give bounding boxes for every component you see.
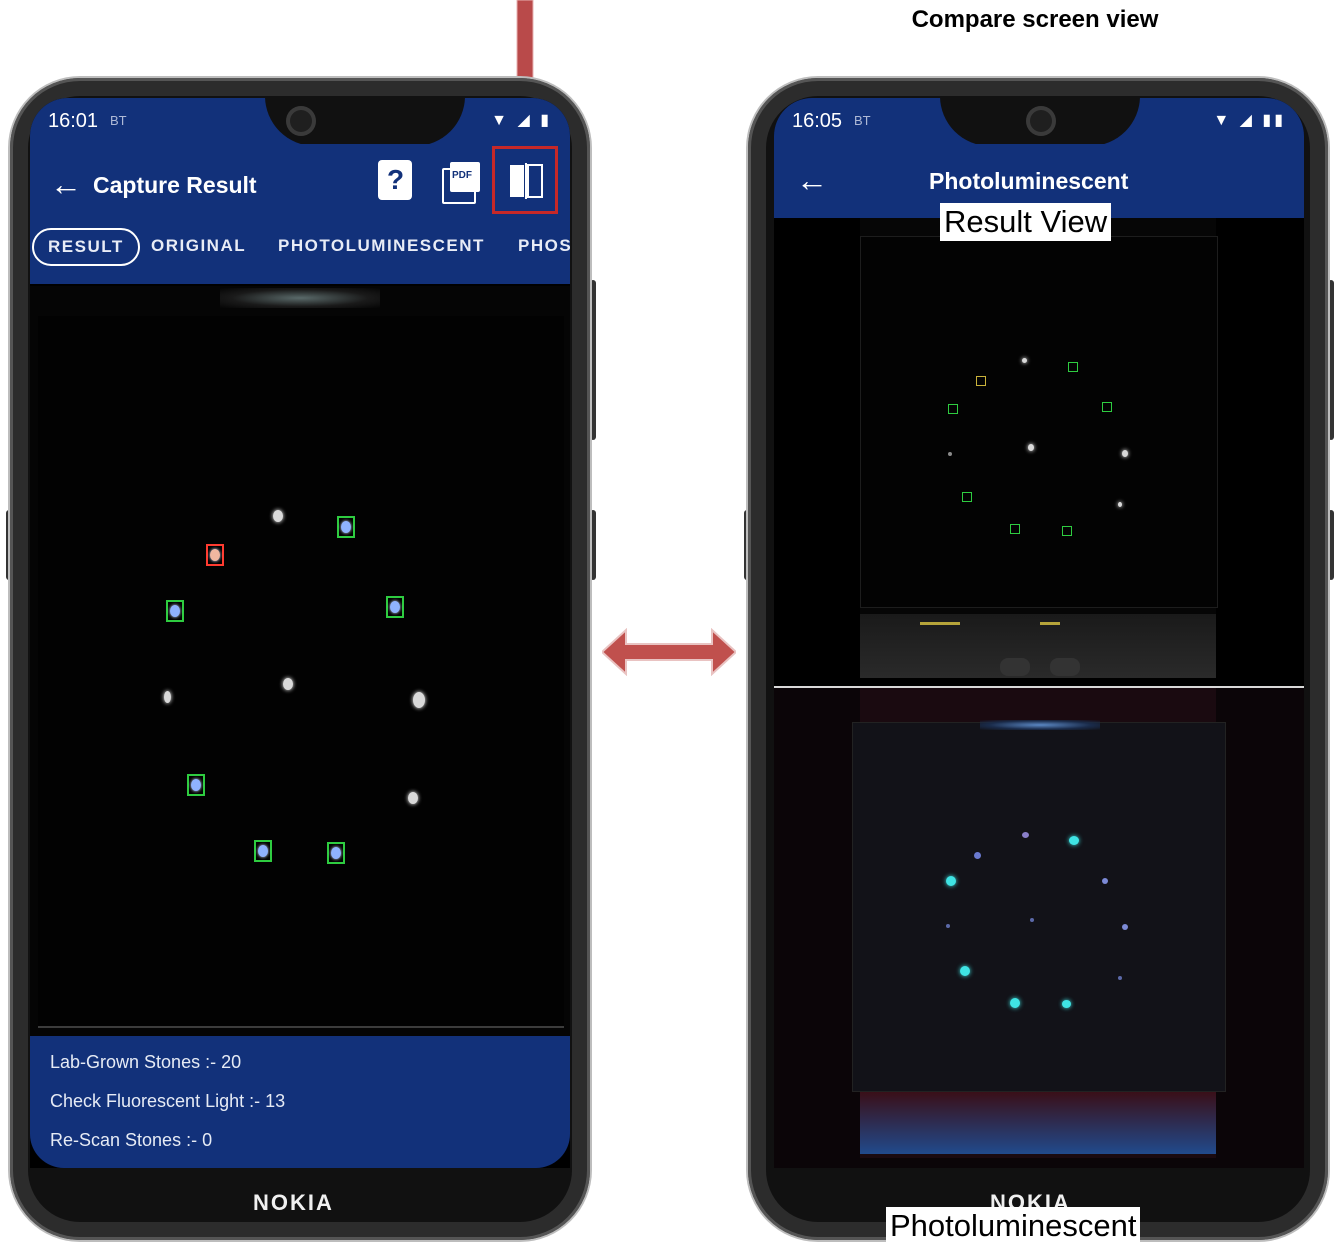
result-view-label: Result View	[940, 203, 1112, 241]
status-bt-indicator: BT	[110, 113, 127, 128]
pl-stone	[1062, 1000, 1071, 1008]
pl-stone	[946, 876, 956, 886]
pl-stone	[1122, 924, 1128, 930]
stone-box	[1010, 524, 1020, 534]
pl-stone	[1030, 918, 1034, 922]
rescan-count: Re-Scan Stones :- 0	[50, 1130, 213, 1150]
tab-photoluminescent[interactable]: PHOTOLUMINESCENT	[278, 236, 485, 256]
pl-stone	[1102, 878, 1108, 884]
pdf-icon: PDF	[450, 162, 480, 192]
stone	[1118, 502, 1122, 507]
right-phone-volume-button	[1328, 280, 1334, 440]
stone-box	[962, 492, 972, 502]
stone-box	[166, 600, 184, 622]
stone-box	[948, 404, 958, 414]
photoluminescent-pane	[774, 688, 1304, 1168]
stone	[408, 792, 418, 804]
left-phone-screen: 16:01 BT ▼ ◢ ▮ ← Capture Result ? PDF RE…	[30, 98, 570, 1168]
base-foot	[1000, 658, 1030, 676]
stone-box	[1062, 526, 1072, 536]
pl-stone	[960, 966, 970, 976]
pl-stone	[1010, 998, 1020, 1008]
stone-box	[254, 840, 272, 862]
stone	[1022, 358, 1027, 363]
back-arrow-icon[interactable]: ←	[50, 168, 82, 200]
result-view-pane	[774, 218, 1304, 686]
result-image	[860, 218, 1218, 678]
compare-caption: Compare screen view	[911, 6, 1159, 33]
back-arrow-icon[interactable]: ←	[796, 164, 828, 196]
stone-box-flagged	[976, 376, 986, 386]
stone-box	[1102, 402, 1112, 412]
stone-box	[337, 516, 355, 538]
result-device-base	[860, 614, 1216, 678]
image-top-glare	[220, 288, 380, 308]
stone	[413, 692, 425, 708]
base-light	[1040, 622, 1060, 625]
photoluminescent-label: Photoluminescent	[886, 1207, 1141, 1245]
tab-phosphorescence[interactable]: PHOS	[518, 236, 570, 256]
pl-device-base	[860, 1092, 1216, 1154]
front-camera	[1026, 106, 1056, 136]
summary-panel: Lab-Grown Stones :- 20 Check Fluorescent…	[30, 1036, 570, 1168]
image-tray	[38, 316, 564, 1028]
pdf-button[interactable]: PDF	[442, 162, 480, 204]
stone	[164, 691, 171, 703]
page-title: Photoluminescent	[929, 168, 1129, 194]
help-icon: ?	[387, 164, 405, 195]
status-bt-indicator: BT	[854, 113, 871, 128]
tab-result[interactable]: RESULT	[32, 228, 140, 266]
pl-tray	[852, 722, 1226, 1092]
stone-box	[1068, 362, 1078, 372]
stone-box	[327, 842, 345, 864]
stone	[1122, 450, 1128, 457]
stone	[273, 510, 283, 522]
fluorescent-count: Check Fluorescent Light :- 13	[50, 1091, 286, 1111]
front-camera	[286, 106, 316, 136]
pl-stone	[1118, 976, 1122, 980]
left-phone-power-button	[590, 510, 596, 580]
tab-bar: RESULT ORIGINAL PHOTOLUMINESCENT PHOS	[30, 214, 570, 284]
tab-original[interactable]: ORIGINAL	[151, 236, 246, 256]
stone-box-flagged	[206, 544, 224, 566]
lab-grown-count: Lab-Grown Stones :- 20	[50, 1052, 242, 1072]
right-phone-power-button	[1328, 510, 1334, 580]
pl-stone	[1069, 836, 1079, 845]
compare-icon	[510, 163, 543, 199]
status-icons: ▼ ◢ ▮	[491, 112, 552, 129]
base-light	[920, 622, 960, 625]
left-phone-volume-button	[590, 280, 596, 440]
pl-top-glow	[980, 720, 1100, 730]
status-icons: ▼ ◢ ▮▮	[1213, 112, 1286, 129]
base-foot	[1050, 658, 1080, 676]
left-phone-brand: NOKIA	[253, 1190, 334, 1215]
capture-image	[30, 286, 570, 1036]
help-button[interactable]: ?	[378, 160, 412, 200]
pl-stone	[1022, 832, 1029, 838]
status-time: 16:05	[792, 110, 843, 132]
pl-stone	[946, 924, 950, 928]
stone-box	[386, 596, 404, 618]
stone	[948, 452, 952, 456]
double-arrow-icon	[602, 628, 736, 676]
page-title: Capture Result	[93, 172, 257, 198]
right-phone-screen: 16:05 BT ▼ ◢ ▮▮ ← Photoluminescent	[774, 98, 1304, 1168]
photoluminescent-image	[852, 688, 1226, 1158]
stone-box	[187, 774, 205, 796]
result-tray	[860, 236, 1218, 608]
stone	[1028, 444, 1034, 451]
pl-stone	[974, 852, 981, 859]
stone	[283, 678, 293, 690]
compare-button[interactable]	[492, 146, 558, 214]
status-time: 16:01	[48, 110, 99, 132]
